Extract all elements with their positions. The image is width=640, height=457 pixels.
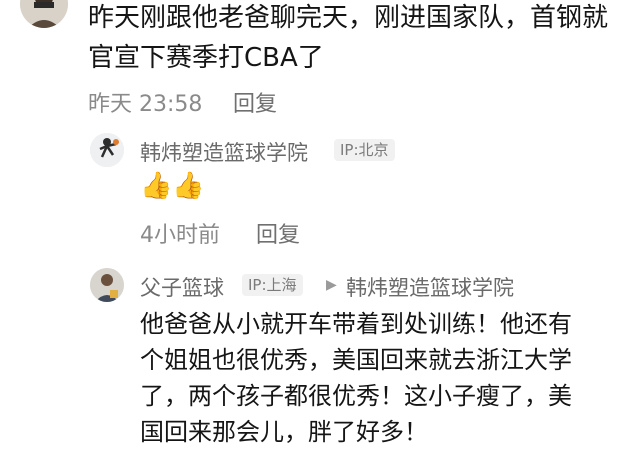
reply-to-arrow-icon: ▶ bbox=[326, 277, 337, 293]
reply-timestamp: 4小时前 bbox=[140, 223, 220, 248]
basketball-player-icon bbox=[90, 133, 124, 167]
person-photo-icon bbox=[20, 0, 68, 28]
reply-text-line-1: 他爸爸从小就开车带着到处训练！他还有 bbox=[140, 310, 572, 338]
ip-location-badge: IP:北京 bbox=[334, 139, 395, 161]
person-photo-icon bbox=[90, 268, 124, 302]
reply-text-line-2: 个姐姐也很优秀，美国回来就去浙江大学 bbox=[140, 346, 572, 374]
comment-timestamp: 昨天 23:58 bbox=[88, 92, 203, 117]
reply-avatar-fuzi[interactable] bbox=[90, 268, 124, 302]
reply-button[interactable]: 回复 bbox=[256, 217, 300, 249]
thumbs-up-emoji: 👍👍 bbox=[140, 171, 205, 201]
reply-username[interactable]: 父子篮球 bbox=[140, 272, 224, 302]
ip-location-badge: IP:上海 bbox=[242, 274, 303, 296]
commenter-avatar[interactable] bbox=[20, 0, 68, 28]
reply-avatar-hanwei[interactable] bbox=[90, 133, 124, 167]
reply-text-line-3: 了，两个孩子都很优秀！这小子瘦了，美 bbox=[140, 382, 572, 410]
reply-text-line-4: 国回来那会儿，胖了好多！ bbox=[140, 418, 428, 446]
reply-button[interactable]: 回复 bbox=[233, 86, 277, 118]
comment-text-line-1: 昨天刚跟他老爸聊完天，刚进国家队，首钢就 bbox=[88, 3, 609, 33]
reply-username[interactable]: 韩炜塑造篮球学院 bbox=[140, 137, 308, 167]
reply-to-username[interactable]: 韩炜塑造篮球学院 bbox=[346, 272, 514, 302]
comment-text-line-2: 官宣下赛季打CBA了 bbox=[88, 43, 324, 73]
